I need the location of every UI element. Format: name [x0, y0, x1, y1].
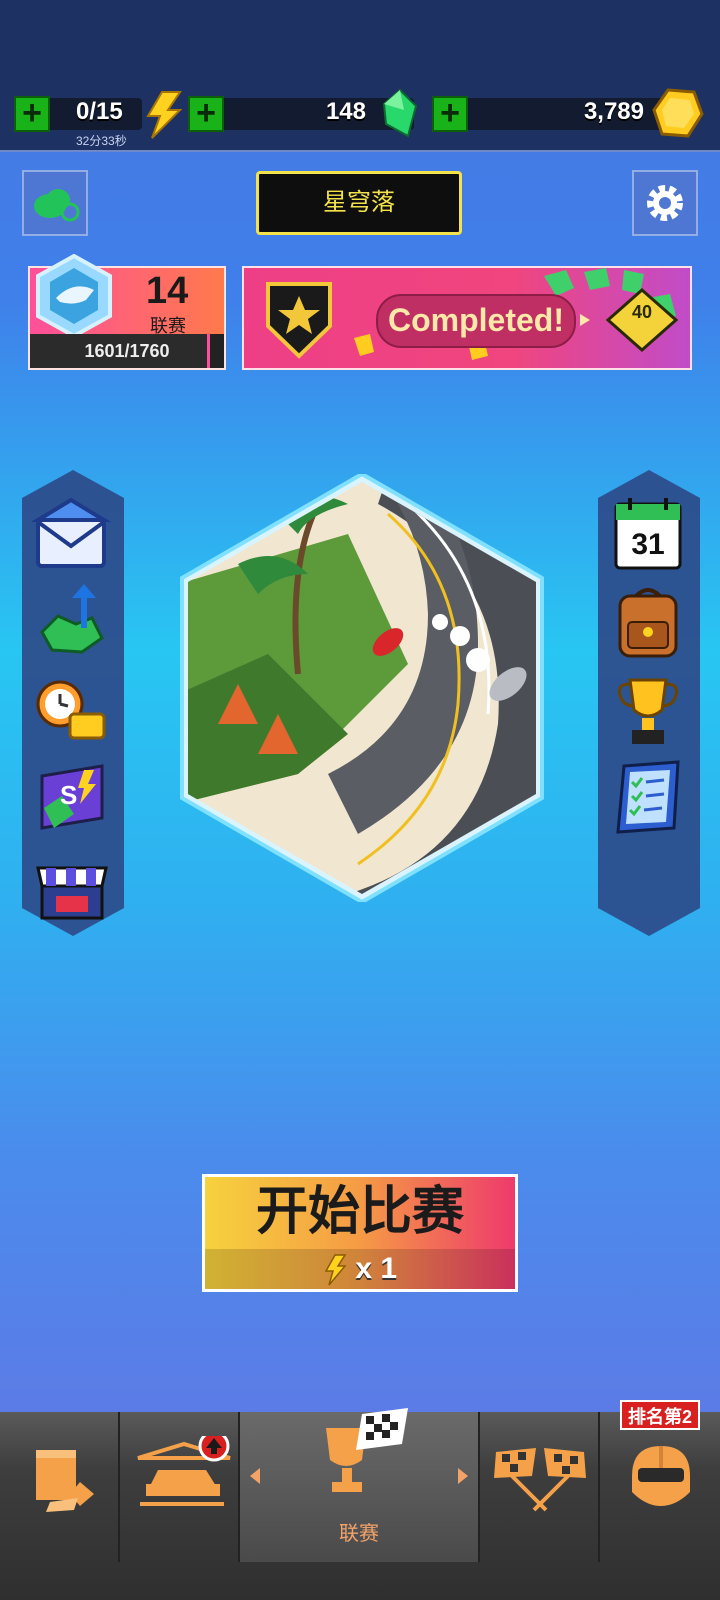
backpack-icon[interactable]: [608, 582, 688, 662]
coins-group: + 3,789: [432, 88, 704, 138]
cloud-sync-button[interactable]: [22, 170, 88, 236]
energy-timer: 32分33秒: [76, 134, 127, 148]
league-number: 14: [146, 270, 189, 312]
cloud-sync-icon: [34, 189, 80, 222]
gear-icon: [647, 185, 683, 221]
lightning-icon: [324, 1254, 347, 1286]
bottom-nav: 联赛: [0, 1408, 720, 1600]
nav-race[interactable]: [480, 1412, 600, 1562]
resource-bar: + 0/15 32分33秒 + 148 + 3,789: [0, 0, 720, 152]
start-race-cost-value: x 1: [355, 1252, 398, 1285]
energy-value: 0/15: [76, 98, 123, 125]
nav-profile[interactable]: [600, 1412, 720, 1562]
start-race-button[interactable]: 开始比赛 x 1: [202, 1174, 518, 1292]
arrow-right-icon: [580, 314, 590, 326]
league-trophy-icon: [326, 1408, 408, 1492]
league-progress-text: 1601/1760: [84, 341, 170, 361]
timed-coins-icon[interactable]: [32, 670, 112, 750]
energy-group: + 0/15 32分33秒: [14, 91, 183, 148]
car-upgrade-icon: [137, 1436, 231, 1506]
coins-value: 3,789: [583, 98, 644, 125]
season-pass-icon[interactable]: S: [32, 758, 112, 838]
checkered-flags-icon: [494, 1448, 586, 1512]
player-name: 星穹落: [323, 189, 395, 216]
gem-upgrade-icon[interactable]: [32, 582, 112, 662]
nav-league-label: 联赛: [339, 1523, 379, 1545]
coin-icon: [652, 88, 704, 138]
quest-banner[interactable]: Completed! 40: [242, 266, 692, 370]
star-badge-icon: [266, 282, 332, 359]
gems-value: 148: [325, 98, 366, 125]
league-progress: 1601/1760: [30, 334, 224, 368]
nav-prev-arrow-icon[interactable]: [250, 1468, 260, 1484]
lightning-icon: [146, 91, 183, 139]
add-energy-button[interactable]: +: [14, 96, 50, 132]
garage-box-icon: [36, 1450, 94, 1512]
svg-text:S: S: [60, 780, 77, 810]
trophy-icon[interactable]: [608, 670, 688, 750]
nav-next-arrow-icon[interactable]: [458, 1468, 468, 1484]
track-preview[interactable]: [178, 471, 546, 905]
gems-group: + 148: [188, 88, 418, 138]
player-name-plate[interactable]: 星穹落: [256, 171, 462, 235]
start-race-cost: x 1: [205, 1249, 515, 1289]
nav-cars[interactable]: [120, 1412, 240, 1562]
add-gems-button[interactable]: +: [188, 96, 224, 132]
league-card[interactable]: 14 联赛 1601/1760: [28, 254, 226, 370]
shop-icon[interactable]: [32, 846, 112, 926]
add-coins-button[interactable]: +: [432, 96, 468, 132]
quest-status: Completed!: [376, 294, 576, 348]
calendar-icon[interactable]: 31: [608, 494, 688, 574]
settings-button[interactable]: [632, 170, 698, 236]
gem-icon: [382, 88, 418, 138]
rank-badge: 排名第2: [620, 1400, 700, 1430]
quest-reward: 40: [631, 302, 653, 322]
nav-garage[interactable]: [0, 1412, 120, 1562]
shark-emblem-icon: [36, 254, 112, 338]
start-race-title: 开始比赛: [255, 1183, 464, 1241]
nav-league[interactable]: 联赛: [240, 1408, 480, 1562]
mail-icon[interactable]: [30, 494, 112, 574]
calendar-day: 31: [631, 528, 665, 561]
helmet-icon: [632, 1446, 690, 1506]
checklist-icon[interactable]: [608, 758, 688, 838]
